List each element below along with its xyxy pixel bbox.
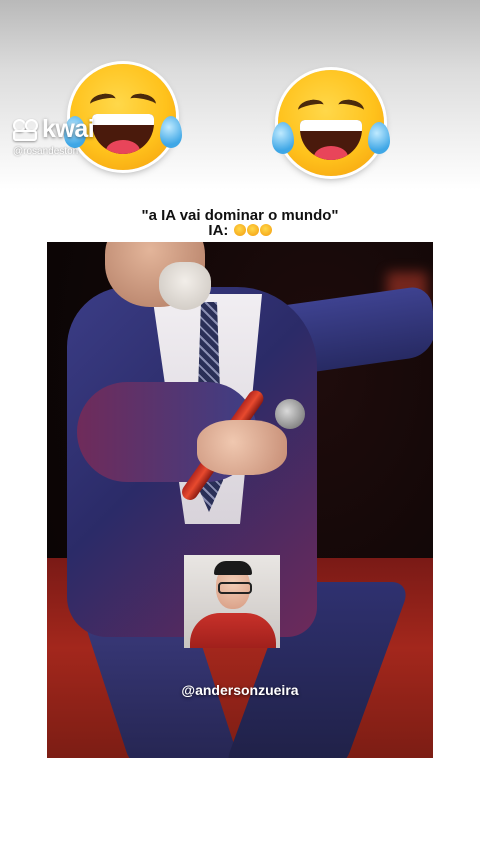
caption-line-2: IA: [0, 223, 480, 238]
kwai-logo-icon [13, 118, 39, 141]
laughing-emoji-icon [246, 224, 259, 236]
watermark-handle: @rosandeston [13, 146, 79, 157]
caption-line-2-text: IA: [208, 222, 229, 239]
face-with-tears-of-joy-icon [272, 70, 390, 176]
laughing-emoji-icon [259, 224, 272, 236]
kwai-brand-text: kwai [42, 115, 95, 143]
microphone-head [275, 399, 305, 429]
laughing-emoji-icon [233, 224, 246, 236]
creator-shirt [190, 613, 276, 648]
dancer-beard [159, 262, 211, 310]
kwai-watermark: kwai [13, 115, 95, 144]
creator-username[interactable]: @andersonzueira [0, 682, 480, 698]
creator-glasses [218, 582, 252, 594]
creator-cap [214, 561, 252, 575]
creator-camera-inset [184, 555, 280, 648]
caption-line-1: "a IA vai dominar o mundo" [141, 207, 339, 224]
video-frame[interactable] [47, 242, 433, 758]
dancer-hand [197, 420, 287, 475]
